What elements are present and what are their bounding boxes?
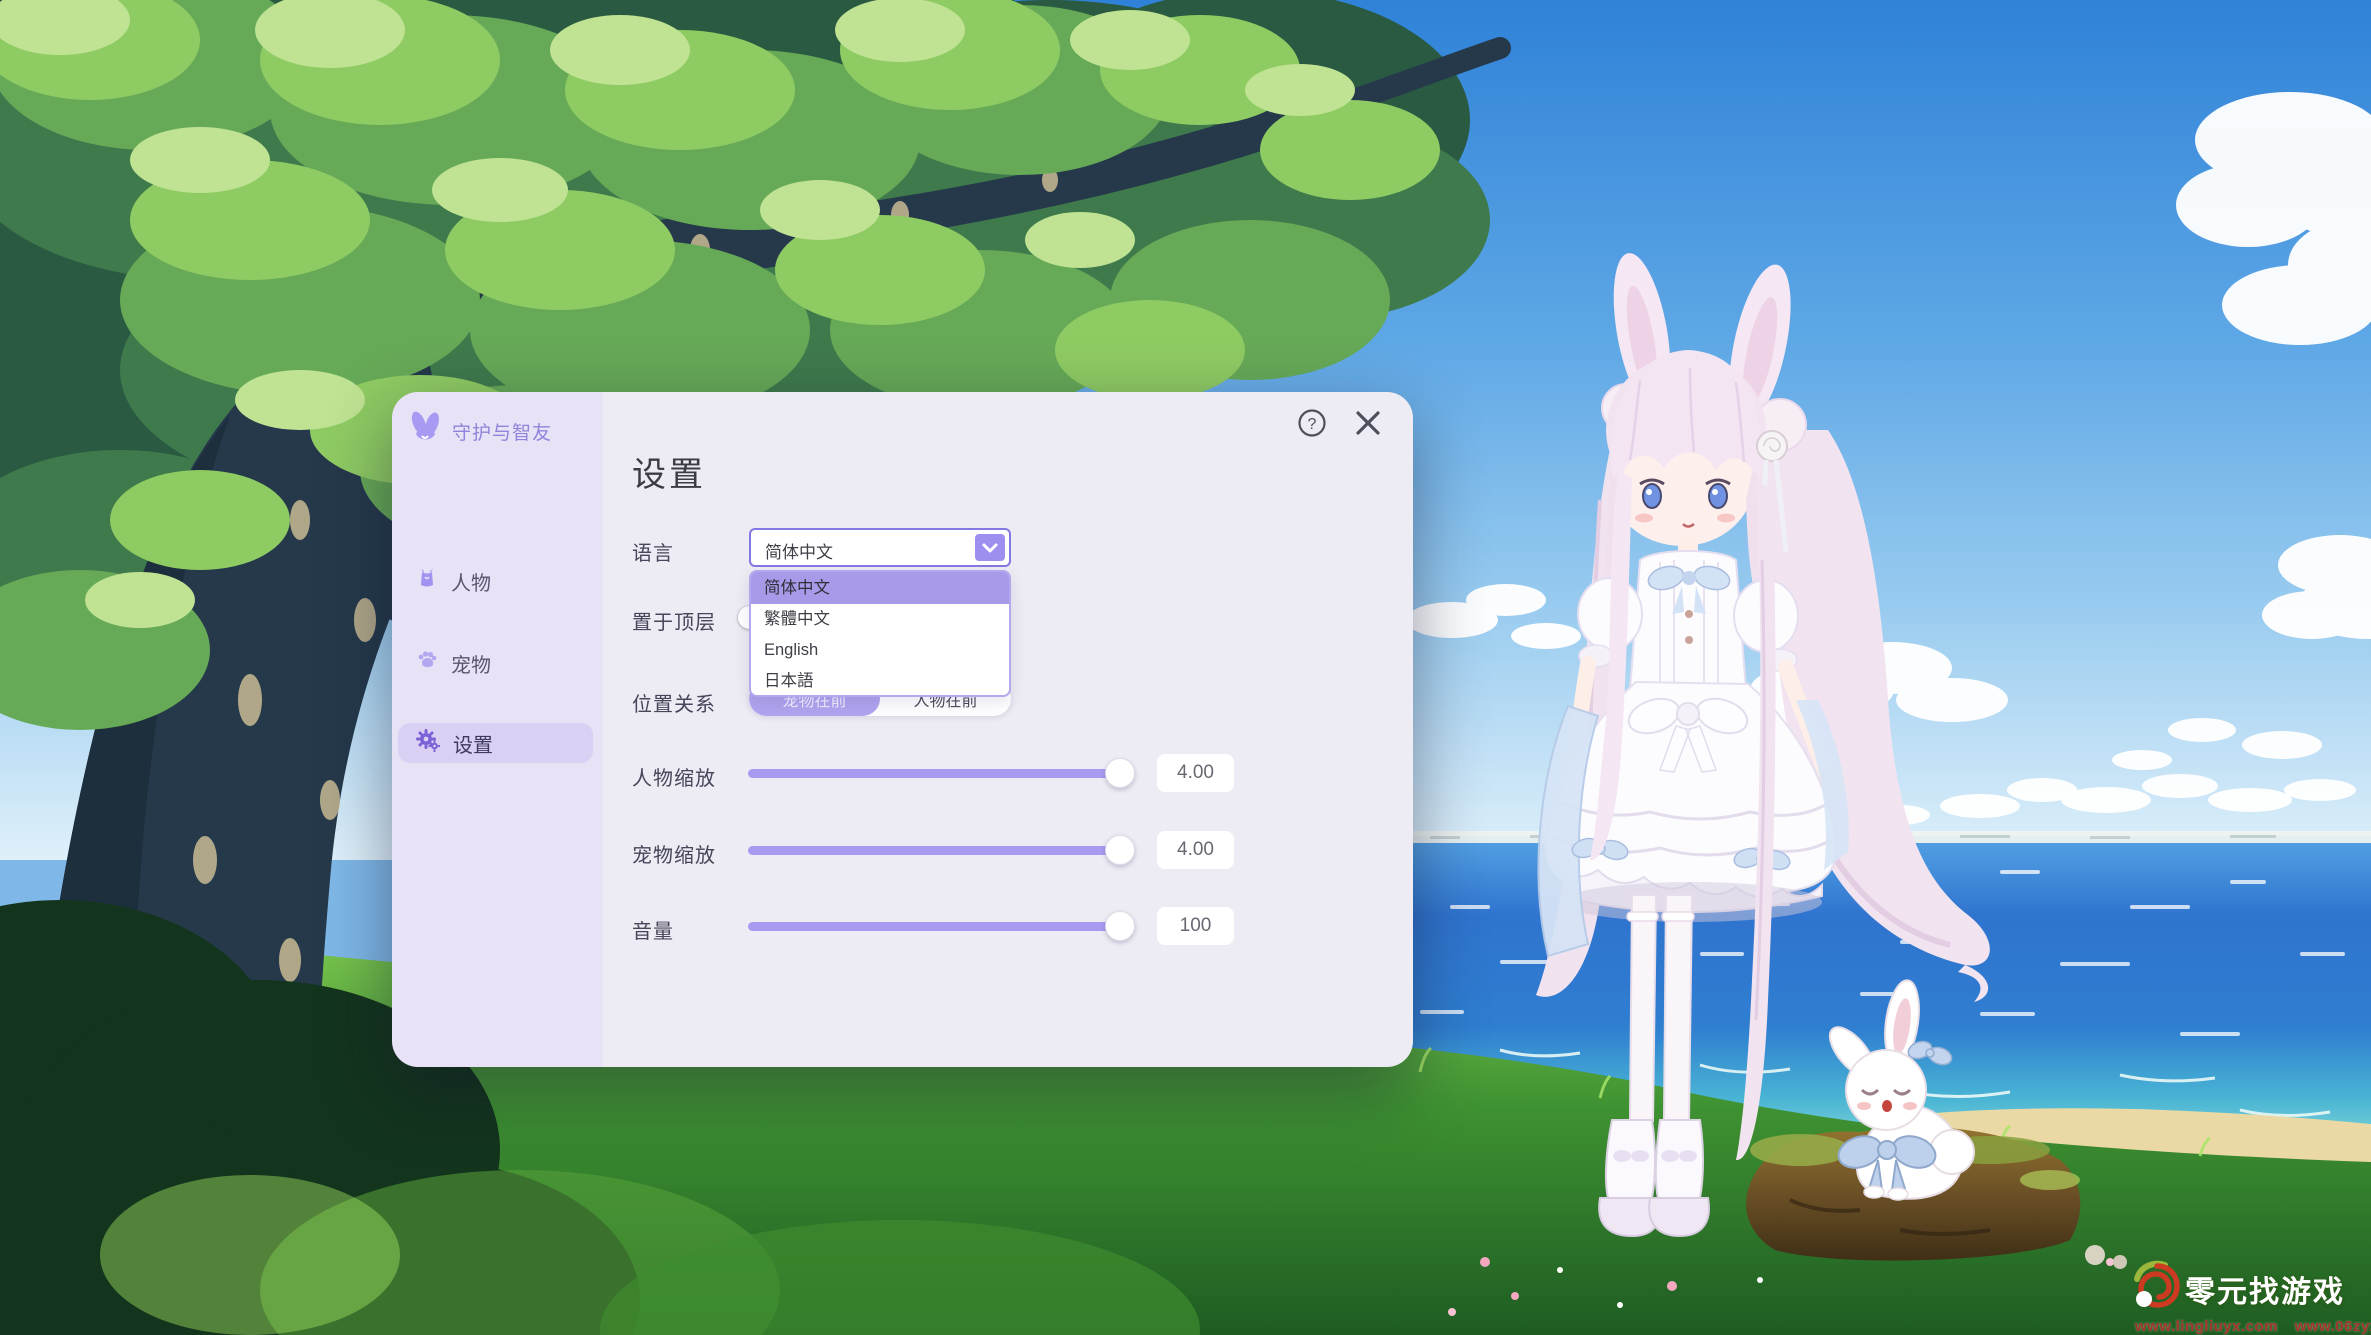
sidebar-item-label: 设置 <box>453 729 493 758</box>
help-button[interactable]: ? <box>1296 407 1328 439</box>
dropdown-option-japanese[interactable]: 日本語 <box>751 666 1009 697</box>
sidebar-item-pet[interactable]: 宠物 <box>392 641 603 685</box>
position-label: 位置关系 <box>632 688 716 717</box>
dropdown-option-traditional-chinese[interactable]: 繁體中文 <box>751 604 1009 635</box>
sidebar-item-settings[interactable]: 设置 <box>398 723 593 763</box>
pet-scale-value[interactable]: 4.00 <box>1157 831 1234 869</box>
sidebar-nav: 人物 宠物 <box>392 559 603 763</box>
sidebar-item-label: 人物 <box>451 567 491 596</box>
slider-thumb[interactable] <box>1105 835 1135 865</box>
language-dropdown: 简体中文 繁體中文 English 日本語 <box>749 570 1011 697</box>
slider-thumb[interactable] <box>1105 758 1135 788</box>
always-on-top-label: 置于顶层 <box>632 606 716 635</box>
pet-scale-slider[interactable] <box>748 846 1128 855</box>
dropdown-option-english[interactable]: English <box>751 635 1009 666</box>
page-title: 设置 <box>632 447 706 496</box>
language-select[interactable]: 简体中文 <box>749 528 1011 567</box>
close-icon <box>1352 407 1384 439</box>
volume-value[interactable]: 100 <box>1157 907 1234 945</box>
pet-scale-label: 宠物缩放 <box>632 839 716 868</box>
settings-dialog: 守护与智友 人物 <box>392 392 1413 1067</box>
volume-label: 音量 <box>632 915 674 944</box>
close-button[interactable] <box>1352 407 1384 439</box>
volume-slider[interactable] <box>748 922 1128 931</box>
paw-icon <box>416 649 438 677</box>
sidebar: 守护与智友 人物 <box>392 392 603 1067</box>
pet-scale-row: 宠物缩放 4.00 <box>603 830 1413 870</box>
character-scale-slider[interactable] <box>748 769 1128 778</box>
settings-main-panel: ? 设置 语言 简体中文 置于顶层 位置关系 宠物在前 <box>603 392 1413 1067</box>
language-select-value: 简体中文 <box>765 538 833 563</box>
language-label: 语言 <box>632 537 674 566</box>
slider-thumb[interactable] <box>1105 911 1135 941</box>
dropdown-option-simplified-chinese[interactable]: 简体中文 <box>751 572 1009 604</box>
sidebar-item-label: 宠物 <box>451 649 491 678</box>
sidebar-item-character[interactable]: 人物 <box>392 559 603 603</box>
question-mark-icon: ? <box>1308 416 1317 433</box>
chevron-down-icon <box>975 534 1005 561</box>
bunny-logo-icon <box>406 410 444 453</box>
girl-shoes <box>1599 1120 1709 1236</box>
character-scale-value[interactable]: 4.00 <box>1157 754 1234 792</box>
app-title: 守护与智友 <box>452 418 552 445</box>
gear-icon <box>416 728 440 758</box>
volume-row: 音量 100 <box>603 906 1413 946</box>
app-logo-row: 守护与智友 <box>406 410 552 453</box>
character-scale-row: 人物缩放 4.00 <box>603 753 1413 793</box>
character-outfit-icon <box>416 567 438 595</box>
character-scale-label: 人物缩放 <box>632 762 716 791</box>
